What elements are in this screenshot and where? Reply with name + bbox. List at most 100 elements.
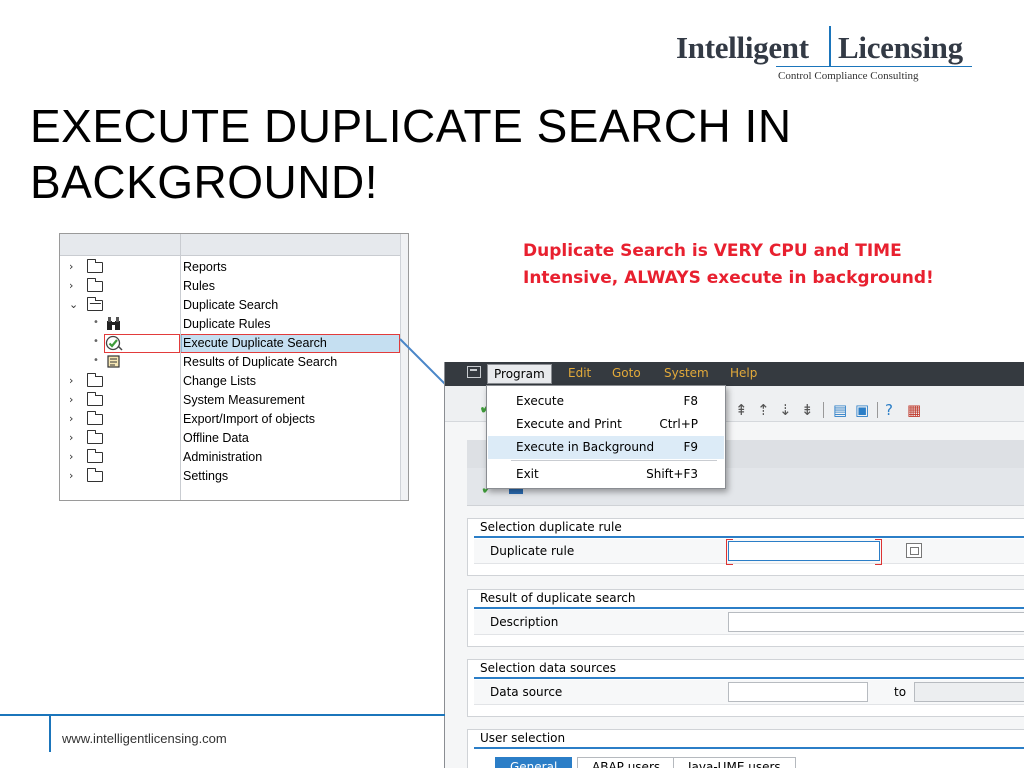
previous-page-icon[interactable]: ⇡ bbox=[757, 401, 770, 419]
tab-java-ume-users[interactable]: Java-UME users bbox=[673, 757, 796, 768]
chevron-right-icon[interactable]: › bbox=[69, 260, 79, 273]
tree-item-label: Offline Data bbox=[183, 431, 249, 445]
footer-rule bbox=[0, 714, 445, 716]
new-session-icon[interactable]: ▤ bbox=[833, 401, 847, 419]
menu-help[interactable]: Help bbox=[730, 366, 757, 380]
bullet-icon: • bbox=[93, 317, 99, 328]
folder-icon bbox=[86, 373, 103, 387]
tree-item-duplicate-rules[interactable]: • Duplicate Rules bbox=[60, 315, 400, 334]
tree-item-results-of-duplicate-search[interactable]: • Results of Duplicate Search bbox=[60, 353, 400, 372]
menu-edit[interactable]: Edit bbox=[568, 366, 591, 380]
chevron-right-icon[interactable]: › bbox=[69, 450, 79, 463]
logo-divider bbox=[829, 26, 831, 66]
menu-system[interactable]: System bbox=[664, 366, 709, 380]
folder-open-icon bbox=[86, 297, 103, 311]
execute-search-icon bbox=[105, 335, 123, 351]
menu-item-shortcut: Ctrl+P bbox=[659, 417, 698, 431]
folder-icon bbox=[86, 392, 103, 406]
menu-goto[interactable]: Goto bbox=[612, 366, 641, 380]
menu-item-execute[interactable]: Execute F8 bbox=[488, 390, 724, 413]
tree-item-change-lists[interactable]: › Change Lists bbox=[60, 372, 400, 391]
tree-item-rules[interactable]: › Rules bbox=[60, 277, 400, 296]
tree-item-administration[interactable]: › Administration bbox=[60, 448, 400, 467]
section-title: User selection bbox=[480, 731, 566, 745]
menu-item-exit[interactable]: Exit Shift+F3 bbox=[488, 463, 724, 486]
folder-icon bbox=[86, 468, 103, 482]
tree-item-offline-data[interactable]: › Offline Data bbox=[60, 429, 400, 448]
folder-icon bbox=[86, 278, 103, 292]
tree-item-execute-duplicate-search[interactable]: • Execute Duplicate Search bbox=[60, 334, 400, 353]
warning-callout: Duplicate Search is VERY CPU and TIME In… bbox=[523, 241, 934, 288]
chevron-right-icon[interactable]: › bbox=[69, 469, 79, 482]
description-input[interactable] bbox=[728, 612, 1024, 632]
chevron-right-icon[interactable]: › bbox=[69, 431, 79, 444]
tree-item-label: Change Lists bbox=[183, 374, 256, 388]
slide-title: EXECUTE DUPLICATE SEARCH IN BACKGROUND! bbox=[30, 100, 792, 208]
tree-item-settings[interactable]: › Settings bbox=[60, 467, 400, 486]
folder-icon bbox=[86, 259, 103, 273]
tree-item-label: Rules bbox=[183, 279, 215, 293]
help-icon[interactable]: ? bbox=[885, 401, 893, 419]
tree-item-duplicate-search[interactable]: ⌄ Duplicate Search bbox=[60, 296, 400, 315]
chevron-down-icon[interactable]: ⌄ bbox=[69, 298, 79, 311]
navigation-tree: › Reports › Rules ⌄ Duplicate Search • D… bbox=[59, 233, 409, 501]
first-page-icon[interactable]: ⇞ bbox=[735, 401, 748, 419]
last-page-icon[interactable]: ⇟ bbox=[801, 401, 814, 419]
footer-accent-bar bbox=[49, 716, 51, 752]
logo-word-licensing: Licensing bbox=[838, 30, 963, 65]
tab-general[interactable]: General bbox=[495, 757, 573, 768]
tree-item-reports[interactable]: › Reports bbox=[60, 258, 400, 277]
shortcut-icon[interactable]: ▣ bbox=[855, 401, 869, 419]
section-result-of-duplicate-search: Result of duplicate search Description bbox=[467, 589, 1024, 647]
folder-icon bbox=[86, 430, 103, 444]
customize-layout-icon[interactable]: ▦ bbox=[907, 401, 921, 419]
intelligent-licensing-logo: Intelligent Licensing Control Compliance… bbox=[676, 26, 976, 86]
tree-item-label: Duplicate Search bbox=[183, 298, 279, 312]
bullet-icon: • bbox=[93, 355, 99, 366]
chevron-right-icon[interactable]: › bbox=[69, 279, 79, 292]
footer-url: www.intelligentlicensing.com bbox=[62, 731, 227, 746]
bullet-icon: • bbox=[93, 336, 99, 347]
tree-item-export-import[interactable]: › Export/Import of objects bbox=[60, 410, 400, 429]
logo-underline bbox=[776, 66, 972, 67]
menu-item-execute-and-print[interactable]: Execute and Print Ctrl+P bbox=[488, 413, 724, 436]
to-label: to bbox=[894, 685, 907, 699]
binoculars-icon bbox=[105, 316, 123, 332]
tree-item-label: Administration bbox=[183, 450, 263, 464]
menu-item-shortcut: F9 bbox=[683, 440, 698, 454]
data-source-to-input[interactable] bbox=[914, 682, 1024, 702]
tree-item-label: System Measurement bbox=[183, 393, 305, 407]
tree-item-label: Reports bbox=[183, 260, 227, 274]
section-title: Selection duplicate rule bbox=[480, 520, 622, 534]
scroll-icon bbox=[105, 354, 123, 370]
menu-item-shortcut: F8 bbox=[683, 394, 698, 408]
chevron-right-icon[interactable]: › bbox=[69, 393, 79, 406]
description-label: Description bbox=[490, 615, 559, 629]
data-source-from-input[interactable] bbox=[728, 682, 868, 702]
sap-menubar: Program Edit Goto System Help bbox=[445, 362, 1024, 386]
menu-item-label: Exit bbox=[516, 467, 539, 481]
duplicate-rule-label: Duplicate rule bbox=[490, 544, 575, 558]
menu-program[interactable]: Program bbox=[487, 364, 552, 384]
logo-tagline: Control Compliance Consulting bbox=[778, 70, 919, 82]
data-source-label: Data source bbox=[490, 685, 563, 699]
program-menu-dropdown: Execute F8 Execute and Print Ctrl+P Exec… bbox=[486, 385, 726, 489]
tree-item-label: Results of Duplicate Search bbox=[183, 355, 338, 369]
duplicate-rule-input[interactable] bbox=[726, 539, 882, 565]
menu-item-shortcut: Shift+F3 bbox=[646, 467, 698, 481]
tree-item-label: Execute Duplicate Search bbox=[183, 336, 327, 350]
menu-item-execute-in-background[interactable]: Execute in Background F9 bbox=[488, 436, 724, 459]
value-help-icon[interactable] bbox=[906, 543, 922, 558]
section-title: Selection data sources bbox=[480, 661, 617, 675]
chevron-right-icon[interactable]: › bbox=[69, 374, 79, 387]
next-page-icon[interactable]: ⇣ bbox=[779, 401, 792, 419]
menu-separator bbox=[511, 460, 717, 461]
system-menu-icon[interactable] bbox=[467, 366, 481, 378]
tree-item-system-measurement[interactable]: › System Measurement bbox=[60, 391, 400, 410]
chevron-right-icon[interactable]: › bbox=[69, 412, 79, 425]
tree-item-label: Duplicate Rules bbox=[183, 317, 271, 331]
tree-item-label: Settings bbox=[183, 469, 229, 483]
tab-abap-users[interactable]: ABAP users bbox=[577, 757, 676, 768]
logo-word-intelligent: Intelligent bbox=[676, 30, 809, 65]
section-title: Result of duplicate search bbox=[480, 591, 636, 605]
